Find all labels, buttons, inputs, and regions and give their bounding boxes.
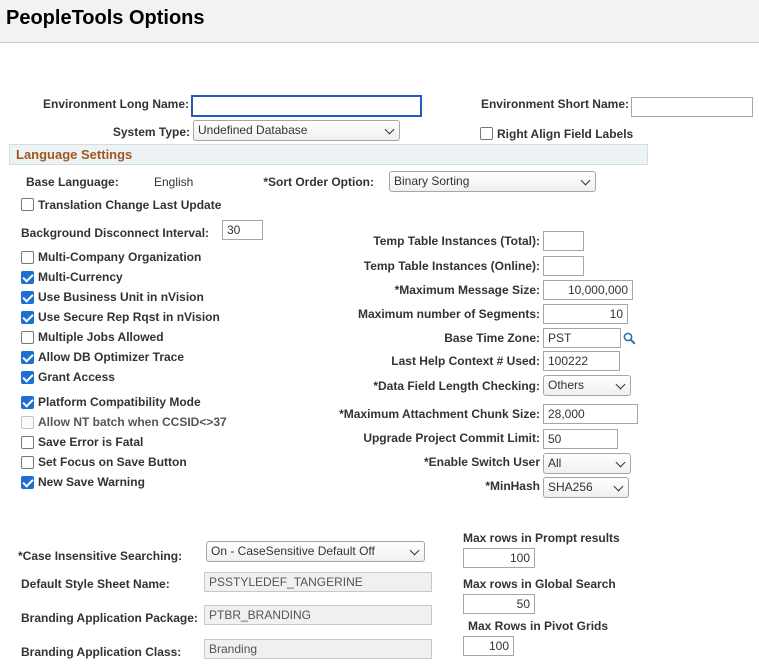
enable-switch-select[interactable]: All (543, 453, 631, 474)
option-checkbox (21, 416, 34, 429)
style-sheet-label: Default Style Sheet Name: (21, 577, 170, 591)
upgrade-commit-input[interactable]: 50 (543, 429, 618, 449)
section-title: Language Settings (16, 147, 133, 162)
system-type-select[interactable]: Undefined Database (193, 120, 400, 141)
env-short-name-label: Environment Short Name: (480, 97, 629, 111)
temp-online-input[interactable] (543, 256, 584, 276)
base-language-label: Base Language: (26, 175, 119, 189)
env-short-name-input[interactable] (631, 97, 753, 117)
chevron-down-icon (613, 481, 624, 492)
case-insensitive-label: *Case Insensitive Searching: (18, 549, 183, 563)
option-label: New Save Warning (38, 475, 145, 489)
option-label: Grant Access (38, 370, 115, 384)
translation-change-label: Translation Change Last Update (38, 198, 222, 212)
enable-switch-label: *Enable Switch User (423, 455, 540, 469)
option-label: Set Focus on Save Button (38, 455, 187, 469)
last-help-input[interactable]: 100222 (543, 351, 620, 371)
data-field-value: Others (548, 378, 585, 392)
max-global-label: Max rows in Global Search (463, 577, 616, 591)
page-header: PeopleTools Options (0, 0, 759, 43)
max-segments-input[interactable]: 10 (543, 304, 628, 324)
branding-class-field: Branding (204, 639, 432, 659)
option-label: Multiple Jobs Allowed (38, 330, 164, 344)
chevron-down-icon (615, 457, 626, 468)
case-insensitive-value: On - CaseSensitive Default Off (211, 544, 375, 558)
branding-pkg-label: Branding Application Package: (21, 611, 198, 625)
temp-total-input[interactable] (543, 231, 584, 251)
sort-order-value: Binary Sorting (394, 174, 470, 188)
option-checkbox[interactable] (21, 271, 34, 284)
option-label: Allow NT batch when CCSID<>37 (38, 415, 227, 429)
option-checkbox[interactable] (21, 436, 34, 449)
option-checkbox[interactable] (21, 331, 34, 344)
base-language-value: English (154, 175, 194, 189)
data-field-label: *Data Field Length Checking: (373, 379, 540, 393)
sort-order-label: *Sort Order Option: (263, 175, 374, 189)
minhash-select[interactable]: SHA256 (543, 477, 629, 498)
chevron-down-icon (409, 545, 420, 556)
option-label: Multi-Currency (38, 270, 123, 284)
max-pivot-input[interactable]: 100 (463, 636, 514, 656)
max-msg-size-label: *Maximum Message Size: (394, 283, 540, 297)
max-prompt-label: Max rows in Prompt results (463, 531, 620, 545)
language-settings-section: Language Settings (9, 144, 648, 165)
last-help-label: Last Help Context # Used: (391, 354, 540, 368)
option-label: Use Business Unit in nVision (38, 290, 204, 304)
max-prompt-input[interactable]: 100 (463, 548, 535, 568)
sort-order-select[interactable]: Binary Sorting (389, 171, 596, 192)
max-msg-size-input[interactable]: 10,000,000 (543, 280, 633, 300)
env-long-name-label: Environment Long Name: (42, 97, 189, 111)
max-global-input[interactable]: 50 (463, 594, 535, 614)
base-tz-label: Base Time Zone: (444, 331, 540, 345)
background-disconnect-label: Background Disconnect Interval: (21, 226, 210, 240)
option-checkbox[interactable] (21, 291, 34, 304)
option-checkbox[interactable] (21, 251, 34, 264)
max-attach-input[interactable]: 28,000 (543, 404, 638, 424)
option-checkbox[interactable] (21, 371, 34, 384)
option-label: Use Secure Rep Rqst in nVision (38, 310, 220, 324)
option-checkbox[interactable] (21, 456, 34, 469)
enable-switch-value: All (548, 456, 562, 470)
env-long-name-input[interactable] (191, 95, 422, 117)
option-checkbox[interactable] (21, 396, 34, 409)
style-sheet-field: PSSTYLEDEF_TANGERINE (204, 572, 432, 592)
page-title: PeopleTools Options (6, 7, 205, 29)
option-checkbox[interactable] (21, 476, 34, 489)
magnifier-icon[interactable] (623, 332, 636, 345)
temp-online-label: Temp Table Instances (Online): (363, 259, 540, 273)
option-label: Allow DB Optimizer Trace (38, 350, 185, 364)
branding-pkg-field: PTBR_BRANDING (204, 605, 432, 625)
system-type-label: System Type: (112, 125, 190, 139)
chevron-down-icon (580, 175, 591, 186)
option-label: Platform Compatibility Mode (38, 395, 201, 409)
right-align-checkbox[interactable] (480, 127, 493, 140)
temp-total-label: Temp Table Instances (Total): (373, 234, 540, 248)
translation-change-checkbox[interactable] (21, 198, 34, 211)
branding-class-label: Branding Application Class: (21, 645, 182, 659)
base-tz-input[interactable]: PST (543, 328, 621, 348)
minhash-value: SHA256 (548, 480, 593, 494)
background-disconnect-input[interactable]: 30 (222, 220, 263, 240)
max-segments-label: Maximum number of Segments: (357, 307, 540, 321)
chevron-down-icon (384, 124, 395, 135)
upgrade-commit-label: Upgrade Project Commit Limit: (363, 431, 540, 445)
option-label: Save Error is Fatal (38, 435, 144, 449)
option-checkbox[interactable] (21, 311, 34, 324)
option-checkbox[interactable] (21, 351, 34, 364)
chevron-down-icon (615, 379, 626, 390)
case-insensitive-select[interactable]: On - CaseSensitive Default Off (206, 541, 425, 562)
option-label: Multi-Company Organization (38, 250, 202, 264)
max-attach-label: *Maximum Attachment Chunk Size: (339, 407, 540, 421)
max-pivot-label: Max Rows in Pivot Grids (468, 619, 609, 633)
right-align-label: Right Align Field Labels (497, 127, 634, 141)
minhash-label: *MinHash (485, 479, 540, 493)
data-field-select[interactable]: Others (543, 375, 631, 396)
system-type-value: Undefined Database (198, 123, 308, 137)
